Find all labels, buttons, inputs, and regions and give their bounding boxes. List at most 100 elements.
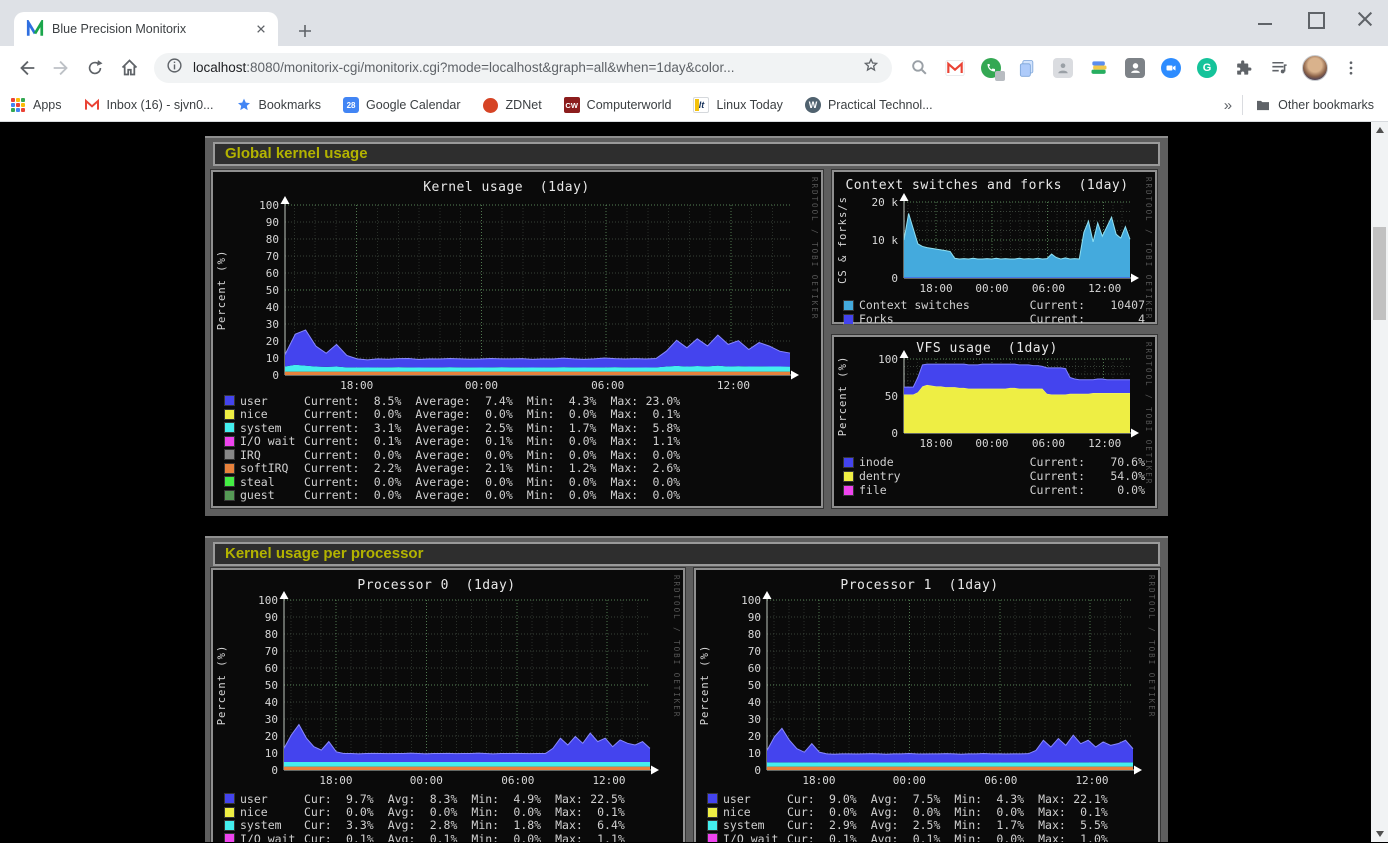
- extensions-puzzle-icon[interactable]: [1228, 53, 1258, 83]
- bookmark-apps[interactable]: Apps: [10, 97, 62, 113]
- y-tick-label: 0: [243, 369, 279, 382]
- context-switches-graph[interactable]: Context switches and forks (1day)RRDTOOL…: [832, 170, 1157, 324]
- tab-close-icon[interactable]: [252, 20, 270, 38]
- legend-swatch: [708, 834, 717, 842]
- y-tick-label: 20: [242, 730, 278, 743]
- legend-stat-value: 0.1%: [583, 805, 625, 819]
- grammarly-extension-icon[interactable]: G: [1192, 53, 1222, 83]
- legend-row: I/O waitCur:0.1%Avg:0.1%Min:0.0%Max:1.0%: [708, 832, 1146, 842]
- legend-stat-label: Average:: [415, 407, 470, 421]
- legend-stat-label: Average:: [415, 488, 470, 502]
- legend-stat-value: 2.6%: [638, 461, 680, 475]
- legend-series-name: steal: [240, 475, 304, 489]
- scrollbar-thumb[interactable]: [1373, 227, 1386, 320]
- scrollbar-down-icon[interactable]: [1371, 826, 1388, 842]
- playlist-extension-icon[interactable]: [1264, 53, 1294, 83]
- plot-area[interactable]: [761, 590, 1143, 780]
- legend-stat-label: Min:: [954, 805, 982, 819]
- forward-icon[interactable]: [44, 51, 78, 85]
- page-info-icon[interactable]: [166, 57, 183, 79]
- processor-1-graph[interactable]: Processor 1 (1day)RRDTOOL / TOBI OETIKER…: [694, 568, 1160, 842]
- y-tick-label: 40: [725, 696, 761, 709]
- legend-stat-value: 0.0%: [499, 805, 541, 819]
- bookmark-inbox[interactable]: Inbox (16) - sjvn0...: [84, 97, 214, 113]
- bookmark-practical-technology[interactable]: W Practical Technol...: [805, 97, 933, 113]
- legend-stat-label: Average:: [415, 421, 470, 435]
- legend-stat-label: Max:: [1038, 818, 1066, 832]
- legend-series-name: Forks: [859, 312, 1030, 326]
- plot-area[interactable]: [279, 195, 800, 385]
- address-bar[interactable]: localhost:8080/monitorix-cgi/monitorix.c…: [154, 53, 892, 83]
- window-minimize-icon[interactable]: [1254, 8, 1276, 30]
- reload-icon[interactable]: [78, 51, 112, 85]
- books-extension-icon[interactable]: [1084, 53, 1114, 83]
- processor-0-graph[interactable]: Processor 0 (1day)RRDTOOL / TOBI OETIKER…: [211, 568, 685, 842]
- plot-area[interactable]: [898, 192, 1140, 288]
- y-tick-label: 0: [242, 764, 278, 777]
- page-scrollbar[interactable]: [1371, 122, 1388, 842]
- other-bookmarks-button[interactable]: Other bookmarks: [1255, 97, 1374, 113]
- legend-stat-value: 10407: [1085, 298, 1145, 312]
- copy-pages-extension-icon[interactable]: [1012, 53, 1042, 83]
- bookmark-zdnet[interactable]: ZDNet: [483, 97, 542, 113]
- bust-extension-icon[interactable]: [1120, 53, 1150, 83]
- legend-stat-label: Min:: [471, 832, 499, 842]
- legend-swatch: [225, 410, 234, 419]
- kernel-usage-graph[interactable]: Kernel usage (1day)RRDTOOL / TOBI OETIKE…: [211, 170, 823, 508]
- browser-tab[interactable]: Blue Precision Monitorix: [14, 12, 278, 46]
- new-tab-button[interactable]: [292, 18, 318, 44]
- legend-stat-value: 1.8%: [499, 818, 541, 832]
- back-icon[interactable]: [10, 51, 44, 85]
- vfs-usage-graph[interactable]: VFS usage (1day)RRDTOOL / TOBI OETIKERPe…: [832, 335, 1157, 508]
- bookmarks-divider: [1242, 95, 1243, 115]
- window-maximize-icon[interactable]: [1304, 8, 1326, 30]
- legend-stat-label: Max:: [1038, 792, 1066, 806]
- browser-menu-icon[interactable]: [1336, 53, 1366, 83]
- legend-stat-label: Current:: [1030, 298, 1085, 312]
- legend-series-name: Context switches: [859, 298, 1030, 312]
- y-tick-label: 0: [862, 427, 898, 440]
- bookmark-star-icon[interactable]: [862, 56, 880, 79]
- legend-stat-label: Max:: [1038, 832, 1066, 842]
- legend-swatch: [225, 834, 234, 842]
- legend-swatch: [225, 450, 234, 459]
- rrdtool-watermark: RRDTOOL / TOBI OETIKER: [672, 575, 681, 718]
- scrollbar-up-icon[interactable]: [1371, 122, 1388, 138]
- legend-stat-value: 7.4%: [471, 394, 513, 408]
- bookmark-linux-today[interactable]: lt Linux Today: [693, 97, 783, 113]
- calendar-icon: 28: [343, 97, 359, 113]
- legend-stat-value: 2.9%: [815, 818, 857, 832]
- legend-stat-value: 0.1%: [332, 832, 374, 842]
- legend-stat-label: Current:: [1030, 483, 1085, 497]
- window-close-icon[interactable]: [1354, 8, 1376, 30]
- y-axis-label: Percent (%): [216, 250, 228, 331]
- gmail-extension-icon[interactable]: [940, 53, 970, 83]
- search-extension-icon[interactable]: [904, 53, 934, 83]
- legend-row: niceCur:0.0%Avg:0.0%Min:0.0%Max:0.1%: [225, 805, 671, 818]
- legend-stat-label: Current:: [1030, 469, 1085, 483]
- voice-extension-icon[interactable]: [976, 53, 1006, 83]
- plot-area[interactable]: [898, 349, 1140, 443]
- y-tick-label: 30: [243, 318, 279, 331]
- legend-stat-label: Max:: [610, 394, 638, 408]
- chart-title: Kernel usage (1day): [213, 180, 800, 195]
- plot-area[interactable]: [278, 590, 660, 780]
- bookmark-computerworld[interactable]: CW Computerworld: [564, 97, 672, 113]
- legend-series-name: dentry: [859, 469, 1030, 483]
- home-icon[interactable]: [112, 51, 146, 85]
- legend-stat-value: 2.2%: [359, 461, 401, 475]
- legend-stat-value: 2.5%: [898, 818, 940, 832]
- profile-avatar[interactable]: [1300, 53, 1330, 83]
- rrdtool-watermark: RRDTOOL / TOBI OETIKER: [1147, 575, 1156, 718]
- y-tick-label: 90: [242, 611, 278, 624]
- zoom-extension-icon[interactable]: [1156, 53, 1186, 83]
- legend-stat-label: Cur:: [304, 805, 332, 819]
- bookmark-google-calendar[interactable]: 28 Google Calendar: [343, 97, 461, 113]
- legend-swatch: [225, 808, 234, 817]
- person-extension-icon[interactable]: [1048, 53, 1078, 83]
- legend-stat-label: Min:: [954, 818, 982, 832]
- bookmark-bookmarks[interactable]: Bookmarks: [236, 97, 322, 113]
- legend-stat-label: Max:: [610, 488, 638, 502]
- bookmarks-overflow-chevron[interactable]: »: [1214, 97, 1242, 114]
- legend-swatch: [225, 464, 234, 473]
